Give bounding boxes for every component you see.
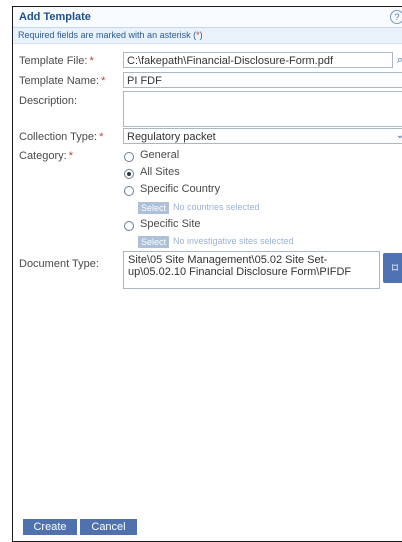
required-note-prefix: Required fields are marked with an aster… xyxy=(18,30,197,40)
description-textarea[interactable] xyxy=(123,91,402,127)
cancel-button[interactable]: Cancel xyxy=(80,519,137,535)
description-label: Description: xyxy=(19,95,78,107)
category-radio-specific-country[interactable] xyxy=(124,186,134,196)
create-button[interactable]: Create xyxy=(23,519,77,535)
template-file-label-text: Template File: xyxy=(19,55,88,67)
category-label-specific-site[interactable]: Specific Site xyxy=(140,218,201,230)
collection-type-label-text: Collection Type: xyxy=(19,131,98,143)
category-label: Category: * xyxy=(19,150,73,162)
required-fields-note: Required fields are marked with an aster… xyxy=(13,28,402,44)
category-radio-general[interactable] xyxy=(124,152,134,162)
template-name-input[interactable]: PI FDF xyxy=(123,72,402,88)
category-radio-all-sites[interactable] xyxy=(124,169,134,179)
required-star: * xyxy=(89,55,94,67)
category-label-all-sites[interactable]: All Sites xyxy=(140,166,180,178)
template-name-label-text: Template Name: xyxy=(19,75,100,87)
category-label-text: Category: xyxy=(19,150,67,162)
search-icon[interactable]: ⌕ xyxy=(394,53,402,67)
site-select-note: No investigative sites selected xyxy=(173,236,294,246)
chevron-down-icon[interactable]: ⌄ xyxy=(394,129,402,143)
document-type-label: Document Type: xyxy=(19,258,99,270)
required-star: * xyxy=(101,75,106,87)
help-icon[interactable]: ? xyxy=(390,10,402,24)
category-radio-specific-site[interactable] xyxy=(124,221,134,231)
template-name-label: Template Name: * xyxy=(19,75,105,87)
category-label-specific-country[interactable]: Specific Country xyxy=(140,183,220,195)
template-file-label: Template File: * xyxy=(19,55,94,67)
document-type-textarea[interactable]: Site\05 Site Management\05.02 Site Set-u… xyxy=(123,251,380,289)
dialog-title: Add Template xyxy=(19,11,91,23)
required-star: * xyxy=(99,131,104,143)
country-select-button[interactable]: Select xyxy=(138,202,170,214)
tag-icon[interactable]: ⌑ xyxy=(383,253,402,283)
country-select-note: No countries selected xyxy=(173,202,260,212)
collection-type-value: Regulatory packet xyxy=(127,131,216,143)
required-note-suffix: ) xyxy=(199,30,203,40)
dialog-footer: Create Cancel xyxy=(13,517,402,541)
collection-type-select[interactable]: Regulatory packet ⌄ xyxy=(123,128,402,144)
add-template-dialog: Add Template ? Required fields are marke… xyxy=(12,6,402,542)
category-label-general[interactable]: General xyxy=(140,149,179,161)
required-star: * xyxy=(68,150,73,162)
collection-type-label: Collection Type: * xyxy=(19,131,103,143)
dialog-title-bar: Add Template ? xyxy=(13,7,402,28)
site-select-button[interactable]: Select xyxy=(138,236,170,248)
template-file-input[interactable]: C:\fakepath\Financial-Disclosure-Form.pd… xyxy=(123,52,393,68)
